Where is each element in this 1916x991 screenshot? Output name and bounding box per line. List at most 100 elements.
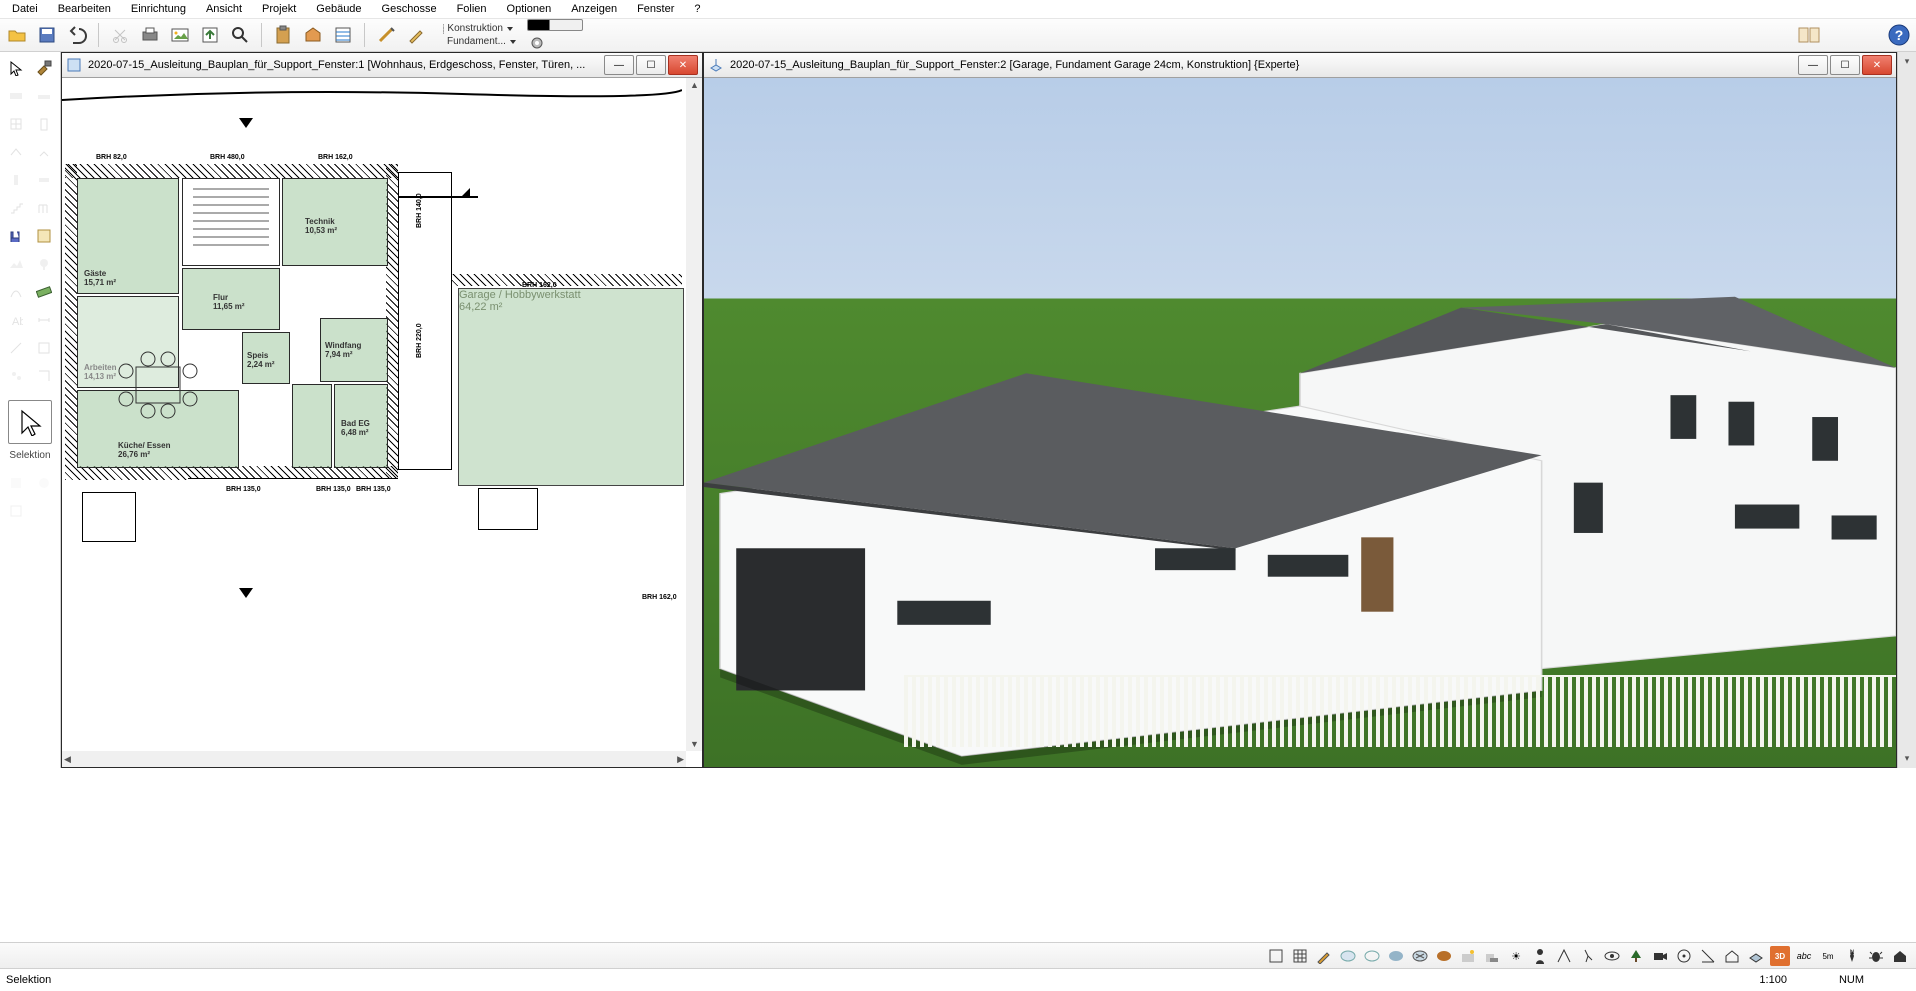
- compass-icon[interactable]: N: [1842, 946, 1862, 966]
- cut-icon[interactable]: [107, 22, 133, 48]
- scrollbar-horizontal[interactable]: ◀▶: [62, 750, 686, 767]
- pencil-icon[interactable]: [1314, 946, 1334, 966]
- path-tool-icon[interactable]: [4, 280, 28, 304]
- wire2-icon[interactable]: [1362, 946, 1382, 966]
- tree-tool-icon[interactable]: [32, 252, 56, 276]
- stairs-tool-icon[interactable]: [4, 196, 28, 220]
- ruler-5m-icon[interactable]: 5m: [1818, 946, 1838, 966]
- tree-view-icon[interactable]: [1626, 946, 1646, 966]
- maximize-button[interactable]: ☐: [1830, 55, 1860, 75]
- image-icon[interactable]: [167, 22, 193, 48]
- layers-icon[interactable]: [330, 22, 356, 48]
- menu-fenster[interactable]: Fenster: [627, 1, 684, 17]
- floor3d-icon[interactable]: [1746, 946, 1766, 966]
- mode-3d-button[interactable]: 3D: [1770, 946, 1790, 966]
- catalog-small-icon[interactable]: [32, 224, 56, 248]
- window-tool-icon[interactable]: [4, 112, 28, 136]
- axis-icon[interactable]: [1554, 946, 1574, 966]
- beam-tool-icon[interactable]: [32, 168, 56, 192]
- bug-icon[interactable]: [1866, 946, 1886, 966]
- measure-tool-icon[interactable]: [32, 280, 56, 304]
- terrain-tool-icon[interactable]: [4, 252, 28, 276]
- sun-dot-icon[interactable]: ☀: [1506, 946, 1526, 966]
- shape-tool-icon[interactable]: [32, 336, 56, 360]
- brightness-slider[interactable]: [527, 19, 583, 31]
- export-icon[interactable]: [197, 22, 223, 48]
- menu-ansicht[interactable]: Ansicht: [196, 1, 252, 17]
- shade-flat-icon[interactable]: [1386, 946, 1406, 966]
- camera-icon[interactable]: [1650, 946, 1670, 966]
- wand-icon[interactable]: [373, 22, 399, 48]
- menu-optionen[interactable]: Optionen: [497, 1, 562, 17]
- gear-icon[interactable]: [527, 35, 547, 51]
- extra1-icon[interactable]: [4, 471, 28, 495]
- slab-tool-icon[interactable]: [32, 84, 56, 108]
- menu-gebaeude[interactable]: Gebäude: [306, 1, 371, 17]
- extra2-icon[interactable]: [32, 471, 56, 495]
- hammer-icon[interactable]: [32, 56, 56, 80]
- cursor-tool-icon[interactable]: [4, 56, 28, 80]
- view-sun-icon[interactable]: [1458, 946, 1478, 966]
- menu-projekt[interactable]: Projekt: [252, 1, 306, 17]
- snap-endpoint-icon[interactable]: [1266, 946, 1286, 966]
- paste-icon[interactable]: [270, 22, 296, 48]
- walk-icon[interactable]: [1578, 946, 1598, 966]
- target-icon[interactable]: [1674, 946, 1694, 966]
- person-icon[interactable]: [1530, 946, 1550, 966]
- orbit-icon[interactable]: [1602, 946, 1622, 966]
- dormer-tool-icon[interactable]: [32, 140, 56, 164]
- maximize-button[interactable]: ☐: [636, 55, 666, 75]
- home-icon[interactable]: [1722, 946, 1742, 966]
- menu-help[interactable]: ?: [684, 1, 710, 17]
- dropdown-konstruktion[interactable]: Konstruktion: [439, 23, 517, 34]
- menu-folien[interactable]: Folien: [447, 1, 497, 17]
- shade-hatch-icon[interactable]: [1410, 946, 1430, 966]
- floorplan-viewport[interactable]: ▲▼ ◀▶ Gäste15,71 m² Arbeiten14,13 m²: [62, 78, 702, 767]
- 3d-viewport[interactable]: [704, 78, 1896, 767]
- column-tool-icon[interactable]: [4, 168, 28, 192]
- extra3-icon[interactable]: [4, 499, 28, 523]
- door-tool-icon[interactable]: [32, 112, 56, 136]
- menu-einrichtung[interactable]: Einrichtung: [121, 1, 196, 17]
- railing-tool-icon[interactable]: [32, 196, 56, 220]
- house-fill-icon[interactable]: [1890, 946, 1910, 966]
- save-icon[interactable]: [34, 22, 60, 48]
- extra4-icon[interactable]: [32, 499, 56, 523]
- print-icon[interactable]: [137, 22, 163, 48]
- zoom-icon[interactable]: [227, 22, 253, 48]
- line-tool-icon[interactable]: [4, 336, 28, 360]
- cut-plane-icon[interactable]: [1698, 946, 1718, 966]
- minimize-button[interactable]: —: [604, 55, 634, 75]
- catalog-icon[interactable]: [1796, 22, 1822, 48]
- group-tool-icon[interactable]: [4, 364, 28, 388]
- close-button[interactable]: ✕: [668, 55, 698, 75]
- dropdown-fundament[interactable]: Fundament...: [439, 36, 517, 47]
- open-icon[interactable]: [4, 22, 30, 48]
- collapse-toggle-icon[interactable]: ▾: [1905, 753, 1910, 764]
- close-button[interactable]: ✕: [1862, 55, 1892, 75]
- scrollbar-vertical[interactable]: ▲▼: [685, 78, 702, 751]
- menu-geschosse[interactable]: Geschosse: [372, 1, 447, 17]
- menu-datei[interactable]: Datei: [2, 1, 48, 17]
- text-tool-icon[interactable]: Ab: [4, 308, 28, 332]
- collapse-toggle-icon[interactable]: ▾: [1905, 56, 1910, 67]
- shadow-icon[interactable]: [1482, 946, 1502, 966]
- building-settings-icon[interactable]: [300, 22, 326, 48]
- minimize-button[interactable]: —: [1798, 55, 1828, 75]
- wire1-icon[interactable]: [1338, 946, 1358, 966]
- subwindow-3d-titlebar[interactable]: 2020-07-15_Ausleitung_Bauplan_für_Suppor…: [704, 53, 1896, 78]
- pen-icon[interactable]: [403, 22, 429, 48]
- active-tool-cursor[interactable]: [8, 400, 52, 444]
- menu-anzeigen[interactable]: Anzeigen: [561, 1, 627, 17]
- dim-tool-icon[interactable]: [32, 308, 56, 332]
- shade-tex-icon[interactable]: [1434, 946, 1454, 966]
- section-tool-icon[interactable]: [32, 364, 56, 388]
- subwindow-floorplan-titlebar[interactable]: 2020-07-15_Ausleitung_Bauplan_für_Suppor…: [62, 53, 702, 78]
- chair-icon[interactable]: [4, 224, 28, 248]
- label-toggle-icon[interactable]: abc: [1794, 946, 1814, 966]
- help-icon[interactable]: ?: [1886, 22, 1912, 48]
- undo-icon[interactable]: [64, 22, 90, 48]
- grid-icon[interactable]: [1290, 946, 1310, 966]
- roof-tool-icon[interactable]: [4, 140, 28, 164]
- status-scale[interactable]: 1:100: [1759, 974, 1787, 986]
